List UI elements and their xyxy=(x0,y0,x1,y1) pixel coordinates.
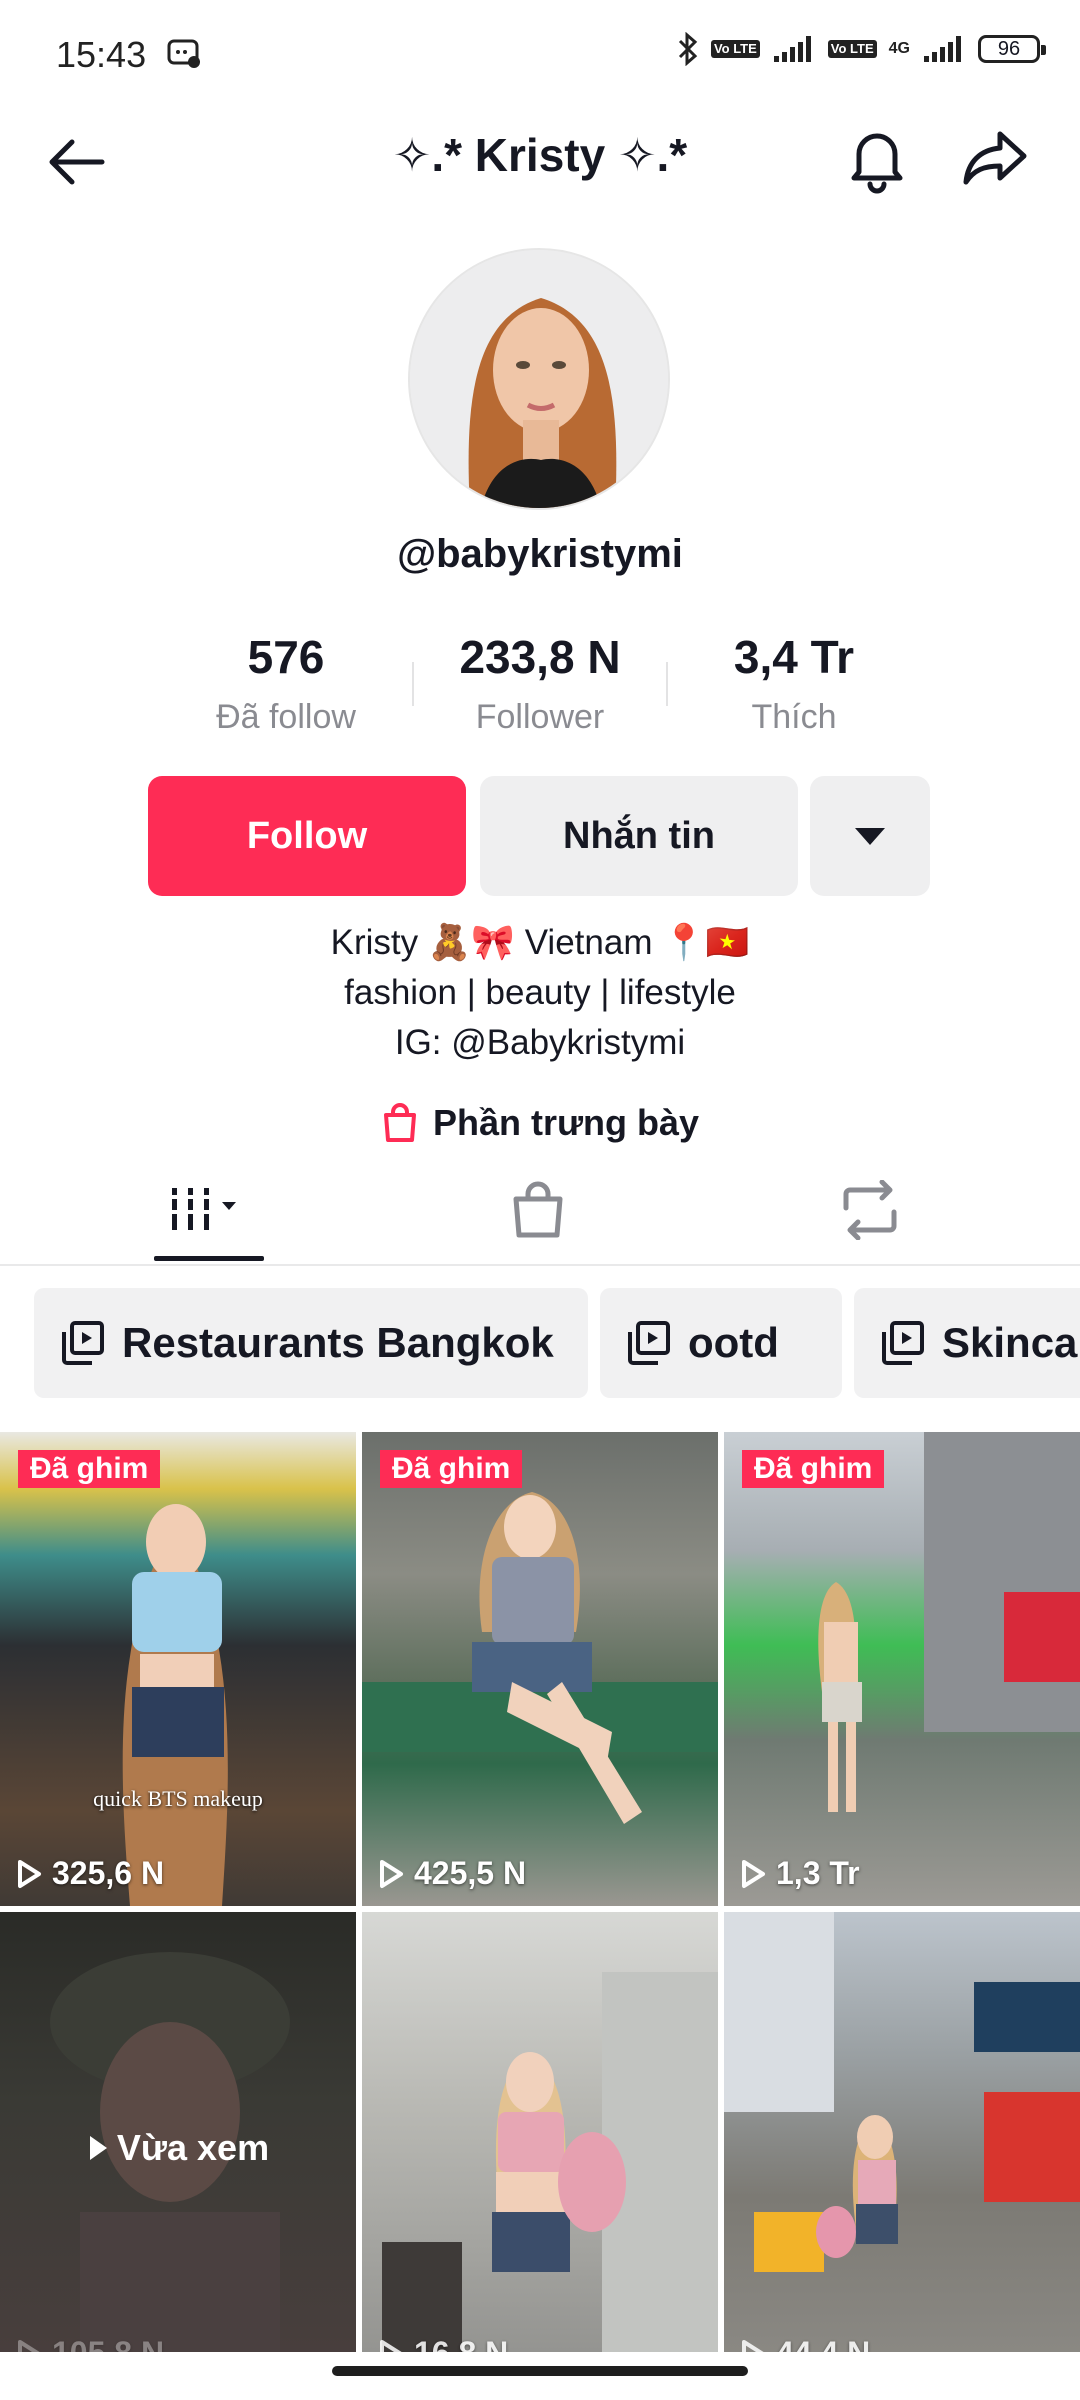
following-count: 576 xyxy=(247,631,325,683)
play-icon xyxy=(89,2136,107,2160)
bio-line: Kristy 🧸🎀 Vietnam 📍🇻🇳 xyxy=(330,923,750,962)
likes-count: 3,4 Tr xyxy=(733,631,855,683)
tab-reposts[interactable] xyxy=(790,1170,950,1250)
message-button[interactable]: Nhắn tin xyxy=(480,776,798,896)
video-thumbnail[interactable]: 44,4 N xyxy=(724,1912,1080,2386)
message-notification-icon xyxy=(167,39,200,68)
pinned-badge: Đã ghim xyxy=(380,1450,523,1488)
bio: Kristy 🧸🎀 Vietnam 📍🇻🇳 fashion | beauty |… xyxy=(0,918,1080,1068)
video-caption: quick BTS makeup xyxy=(93,1786,263,1811)
playlist-label: Skinca xyxy=(942,1319,1078,1366)
video-grid-icon xyxy=(172,1188,236,1230)
pinned-badge: Đã ghim xyxy=(742,1450,885,1488)
status-icons: Vo LTE Vo LTE 4G 96 xyxy=(677,32,1046,66)
repost-icon xyxy=(843,1180,897,1240)
followers-count: 233,8 N xyxy=(459,631,621,683)
video-thumbnail-image xyxy=(818,1432,1080,1812)
followers-label: Follower xyxy=(475,698,605,736)
video-thumbnail[interactable]: Vừa xem 105,8 N xyxy=(0,1912,356,2386)
signal-icon-2 xyxy=(924,36,961,62)
video-thumbnail[interactable]: Đã ghim quick BTS makeup 325,6 N xyxy=(0,1432,356,1906)
tab-shop[interactable] xyxy=(458,1170,618,1250)
follow-button[interactable]: Follow xyxy=(148,776,466,896)
active-tab-indicator xyxy=(154,1256,264,1261)
suggested-accounts-button[interactable] xyxy=(810,776,930,896)
battery-level: 96 xyxy=(997,37,1021,60)
profile-title: ✧.* Kristy ✧.* xyxy=(392,129,688,181)
showcase-label: Phần trưng bày xyxy=(432,1102,700,1143)
avatar-image xyxy=(410,250,668,508)
shopping-bag-icon xyxy=(513,1181,563,1238)
playlist-icon xyxy=(62,1321,104,1365)
pinned-badge: Đã ghim xyxy=(18,1450,161,1488)
view-count: 425,5 N xyxy=(378,1855,526,1892)
network-type: 4G xyxy=(888,40,910,57)
battery-icon: 96 xyxy=(978,35,1046,63)
bio-line: fashion | beauty | lifestyle xyxy=(344,973,736,1012)
playlist-label: ootd xyxy=(688,1319,779,1366)
tab-videos[interactable] xyxy=(129,1170,289,1250)
play-outline-icon xyxy=(380,1859,403,1888)
just-watched-overlay: Vừa xem xyxy=(0,2127,356,2169)
view-count-text: 1,3 Tr xyxy=(776,1855,860,1891)
following-label: Đã follow xyxy=(216,698,356,736)
view-count: 325,6 N xyxy=(16,1855,164,1892)
showcase-link[interactable]: Phần trưng bày xyxy=(0,1102,1080,1144)
playlist-icon xyxy=(628,1321,670,1365)
stat-divider xyxy=(412,662,414,706)
stat-divider xyxy=(666,662,668,706)
playlist-icon xyxy=(882,1321,924,1365)
stat-following[interactable]: 576 Đã follow xyxy=(166,630,406,737)
bell-icon[interactable] xyxy=(842,124,912,194)
video-thumbnail-image xyxy=(724,1912,1080,2272)
video-thumbnail-image xyxy=(382,1972,718,2386)
play-outline-icon xyxy=(18,1859,41,1888)
view-count-text: 425,5 N xyxy=(414,1855,527,1891)
signal-icon xyxy=(773,36,811,62)
playlist-row: Restaurants Bangkok ootd Skinca xyxy=(0,1288,1080,1400)
just-watched-label: Vừa xem xyxy=(116,2127,270,2168)
video-thumbnail-image xyxy=(362,1492,718,1824)
share-icon[interactable] xyxy=(962,128,1028,188)
playlist-label: Restaurants Bangkok xyxy=(122,1319,554,1366)
video-thumbnail[interactable]: Đã ghim 1,3 Tr xyxy=(724,1432,1080,1906)
caret-down-icon xyxy=(855,827,885,845)
volte-badge-2: Vo LTE xyxy=(827,40,877,58)
view-count-text: 325,6 N xyxy=(52,1855,165,1891)
stat-likes[interactable]: 3,4 Tr Thích xyxy=(674,630,914,737)
play-outline-icon xyxy=(742,1859,765,1888)
bottom-nav-area xyxy=(0,2352,1080,2400)
view-count: 1,3 Tr xyxy=(740,1855,860,1892)
top-bar: ✧.* Kristy ✧.* xyxy=(0,110,1080,200)
likes-label: Thích xyxy=(751,698,837,736)
playlist-chip[interactable]: Skinca xyxy=(854,1288,1080,1398)
playlist-chip[interactable]: Restaurants Bangkok xyxy=(34,1288,588,1398)
bio-line: IG: @Babykristymi xyxy=(394,1023,686,1062)
username: @babykristymi xyxy=(397,532,683,576)
shopping-bag-icon xyxy=(383,1103,416,1142)
video-thumbnail[interactable]: 16,8 N xyxy=(362,1912,718,2386)
home-indicator[interactable] xyxy=(332,2366,748,2376)
profile-tabs xyxy=(0,1160,1080,1266)
status-time: 15:43 xyxy=(56,34,147,75)
video-thumbnail[interactable]: Đã ghim 425,5 N xyxy=(362,1432,718,1906)
avatar[interactable] xyxy=(408,248,670,510)
bluetooth-icon xyxy=(678,32,698,66)
playlist-chip[interactable]: ootd xyxy=(600,1288,842,1398)
video-thumbnail-image xyxy=(122,1504,228,1906)
stat-followers[interactable]: 233,8 N Follower xyxy=(420,630,660,737)
status-bar: 15:43 Vo LTE Vo LTE 4G 96 xyxy=(0,0,1080,110)
volte-badge: Vo LTE xyxy=(710,40,760,58)
